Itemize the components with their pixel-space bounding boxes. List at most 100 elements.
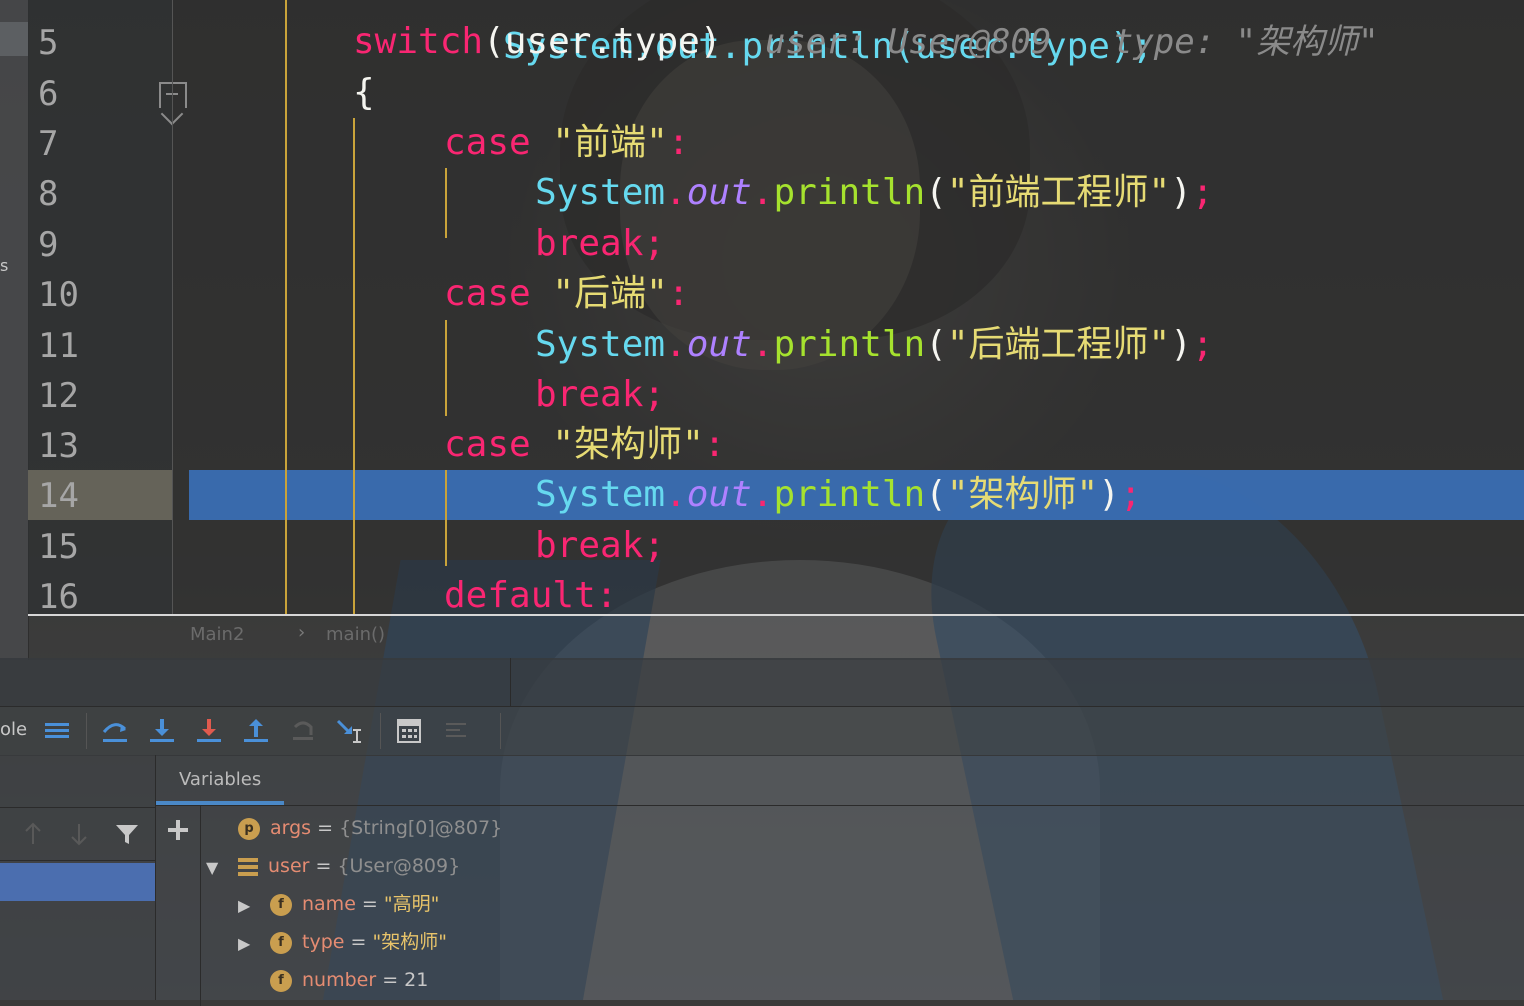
- evaluate-expression-icon[interactable]: [393, 715, 425, 747]
- frames-panel: [0, 755, 156, 1000]
- selected-frame[interactable]: [0, 863, 155, 901]
- indent-guide: [285, 0, 287, 614]
- expand-arrow-right-icon[interactable]: ▶: [238, 934, 250, 953]
- code-line-16: default:: [444, 571, 617, 614]
- line-number: 10: [38, 275, 79, 315]
- variable-name: number: [302, 969, 377, 991]
- gutter-line[interactable]: 13: [28, 420, 173, 470]
- code-line-8: System.out.println("前端工程师");: [535, 172, 1214, 213]
- gutter-line[interactable]: 12: [28, 370, 173, 420]
- indent-guide: [445, 320, 447, 416]
- line-number: 8: [38, 174, 59, 214]
- expand-arrow-right-icon[interactable]: ▶: [238, 896, 250, 915]
- step-into-icon[interactable]: [146, 715, 178, 747]
- variable-row[interactable]: f type = "架构师": [270, 923, 447, 961]
- code-token: case: [444, 122, 531, 163]
- code-editor[interactable]: 5 6 7 8 9 10 11 12 13 14 15 16 System.ou…: [28, 0, 1524, 614]
- code-token: "后端工程师": [946, 324, 1171, 365]
- add-watch-icon[interactable]: [166, 818, 190, 842]
- code-line-15: break;: [535, 521, 665, 571]
- code-token: out: [686, 474, 752, 515]
- code-token: System: [535, 172, 666, 213]
- code-token: switch: [353, 21, 484, 62]
- code-token: .: [751, 172, 774, 213]
- code-token: ;: [643, 525, 666, 566]
- code-line-10: case "后端":: [444, 269, 689, 319]
- field-badge-icon: f: [270, 931, 292, 954]
- expand-arrow-down-icon[interactable]: ▼: [206, 858, 218, 877]
- code-token: .: [751, 474, 774, 515]
- variable-name: name: [302, 893, 356, 915]
- gutter-line[interactable]: 15: [28, 521, 173, 571]
- code-area[interactable]: System.out.println(user.type); switch(us…: [173, 0, 1524, 614]
- toolbar-separator: [380, 713, 381, 749]
- variable-row[interactable]: p args = {String[0]@807}: [238, 809, 502, 847]
- gutter-line-current[interactable]: 14: [28, 470, 173, 520]
- inline-debug-hint: user: User@809 type: "架构师": [764, 22, 1379, 62]
- equals: =: [311, 817, 340, 839]
- variable-row[interactable]: user = {User@809}: [238, 847, 460, 885]
- code-token: println: [773, 474, 926, 515]
- variable-row[interactable]: f number = 21: [270, 961, 428, 999]
- code-token: break: [535, 374, 644, 415]
- code-token: .: [665, 172, 687, 213]
- code-line-9: break;: [535, 219, 665, 269]
- gutter-line[interactable]: 11: [28, 320, 173, 370]
- line-number: 11: [38, 326, 79, 366]
- breadcrumb-method[interactable]: main(): [326, 624, 385, 645]
- variable-value: "高明": [383, 893, 440, 915]
- code-line-11: System.out.println("后端工程师");: [535, 324, 1214, 365]
- code-token: "前端工程师": [946, 172, 1171, 213]
- code-line-12: break;: [535, 370, 665, 420]
- line-number: 14: [38, 476, 79, 516]
- code-token: :: [667, 273, 690, 314]
- gutter-line[interactable]: 9: [28, 219, 173, 269]
- left-tool-strip: s: [0, 0, 29, 660]
- step-over-icon[interactable]: [99, 715, 131, 747]
- code-token: user.type: [504, 21, 700, 62]
- line-number: 16: [38, 577, 79, 614]
- console-tab[interactable]: ole: [0, 719, 27, 740]
- show-execution-point-icon[interactable]: [41, 715, 73, 747]
- code-token: (: [483, 21, 505, 62]
- variable-row[interactable]: f name = "高明": [270, 885, 439, 923]
- toolbar-separator: [500, 713, 501, 749]
- code-token: {: [353, 72, 375, 113]
- code-token: ): [699, 21, 722, 62]
- code-line-7: case "前端":: [444, 118, 689, 168]
- divider: [156, 805, 1524, 806]
- gutter-line[interactable]: 10: [28, 269, 173, 319]
- breadcrumb-separator: ›: [298, 622, 306, 643]
- breadcrumb-class[interactable]: Main2: [190, 624, 244, 645]
- line-number: 9: [38, 225, 59, 265]
- variable-value: {User@809}: [337, 855, 461, 877]
- force-step-into-icon[interactable]: [193, 715, 225, 747]
- equals: =: [376, 969, 405, 991]
- debug-toolbar: ole: [0, 706, 1524, 756]
- code-token: :: [595, 575, 618, 614]
- step-out-icon[interactable]: [240, 715, 272, 747]
- gutter-line[interactable]: 8: [28, 168, 173, 218]
- code-token: case: [444, 424, 531, 465]
- indent-guide: [353, 118, 355, 614]
- equals: =: [344, 931, 373, 953]
- code-token: ;: [1119, 474, 1142, 515]
- code-token: .: [751, 324, 774, 365]
- tab-variables[interactable]: Variables: [156, 755, 284, 805]
- code-line-5: switch(user.type) user: User@809 type: "…: [353, 17, 1379, 67]
- gutter-line[interactable]: 6: [28, 68, 173, 118]
- line-number: 15: [38, 527, 79, 567]
- gutter-line[interactable]: 5: [28, 17, 173, 67]
- gutter-line[interactable]: 7: [28, 118, 173, 168]
- code-token: case: [444, 273, 531, 314]
- line-number: 7: [38, 124, 59, 164]
- variable-name: type: [302, 931, 345, 953]
- code-line-13: case "架构师":: [444, 420, 725, 470]
- filter-icon[interactable]: [114, 822, 140, 846]
- drop-frame-icon: [293, 721, 313, 740]
- code-token: :: [667, 122, 690, 163]
- left-strip-tab[interactable]: [0, 22, 28, 56]
- code-token: "架构师": [946, 474, 1099, 515]
- run-to-cursor-icon[interactable]: [334, 715, 366, 747]
- gutter-line[interactable]: 16: [28, 571, 173, 614]
